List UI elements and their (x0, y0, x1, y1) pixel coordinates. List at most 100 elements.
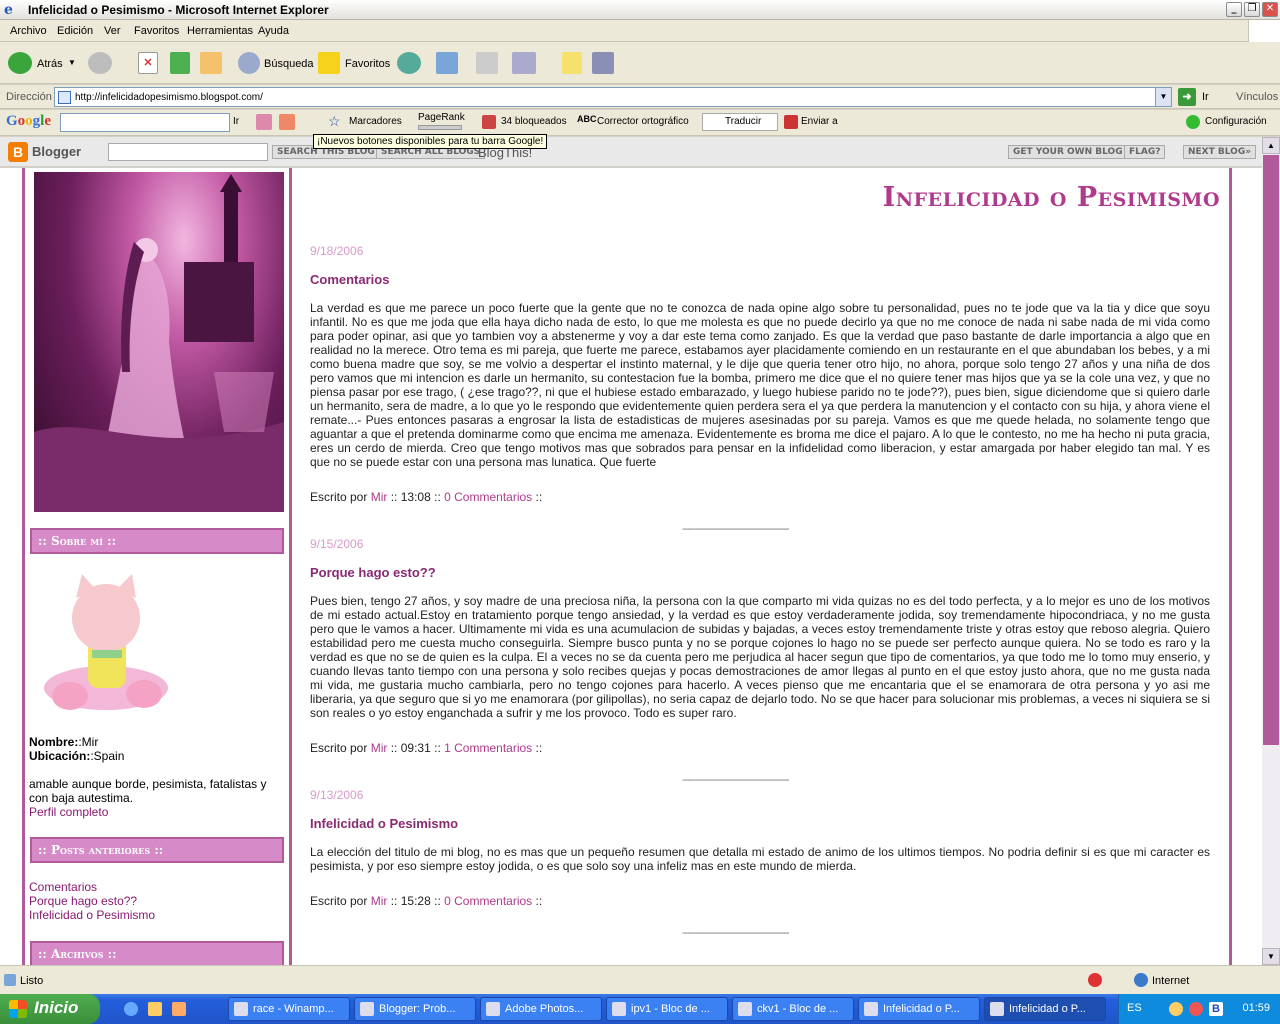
post-date: 9/18/2006 (310, 244, 364, 258)
post-title[interactable]: Porque hago esto?? (310, 565, 436, 580)
favorites-star-icon[interactable] (318, 52, 340, 74)
send-icon[interactable] (784, 115, 798, 129)
menu-ayuda[interactable]: Ayuda (258, 25, 289, 37)
taskbar-item[interactable]: Infelicidad o P... (858, 997, 980, 1021)
url-dropdown-icon[interactable]: ▼ (1155, 88, 1171, 106)
post-divider: ---------------------------------------- (682, 927, 790, 939)
post-title[interactable]: Infelicidad o Pesimismo (310, 816, 458, 831)
notes-icon[interactable] (562, 52, 582, 74)
bookmarks-button[interactable]: Marcadores (349, 116, 402, 127)
menu-favoritos[interactable]: Favoritos (134, 25, 179, 37)
tray-icon[interactable] (1189, 1002, 1203, 1016)
stop-icon[interactable]: ✕ (138, 52, 158, 74)
google-logo[interactable]: Google (6, 113, 51, 130)
quicklaunch-icon[interactable] (148, 1002, 162, 1016)
mail-icon[interactable] (436, 52, 458, 74)
settings-button[interactable]: Configuración (1205, 116, 1267, 127)
links-label[interactable]: Vínculos (1236, 91, 1278, 103)
flag-button[interactable]: FLAG? (1124, 145, 1166, 159)
comments-link[interactable]: 0 Commentarios (444, 894, 532, 908)
taskbar-item[interactable]: ckv1 - Bloc de ... (732, 997, 854, 1021)
tray-icon[interactable] (1169, 1002, 1183, 1016)
forward-icon[interactable] (88, 52, 112, 74)
footer-sep: :: (390, 490, 398, 504)
location-label: Ubicación: (29, 749, 91, 763)
comments-link[interactable]: 1 Commentarios (444, 741, 532, 755)
prev-post-link[interactable]: Infelicidad o Pesimismo (29, 908, 155, 922)
start-button[interactable]: Inicio (0, 994, 100, 1024)
quicklaunch-icon[interactable] (172, 1002, 186, 1016)
profile-link[interactable]: Perfil completo (29, 805, 108, 819)
back-label[interactable]: Atrás (37, 58, 63, 70)
taskbar-item[interactable]: ipv1 - Bloc de ... (606, 997, 728, 1021)
menu-bar: Archivo Edición Ver Favoritos Herramient… (0, 20, 1280, 42)
menu-archivo[interactable]: Archivo (10, 25, 47, 37)
close-button[interactable]: ✕ (1262, 2, 1278, 17)
refresh-icon[interactable] (170, 52, 190, 74)
url-field[interactable]: http://infelicidadopesimismo.blogspot.co… (54, 87, 1172, 107)
author-link[interactable]: Mir (371, 894, 388, 908)
translate-button[interactable]: Traducir (725, 116, 761, 127)
url-text[interactable]: http://infelicidadopesimismo.blogspot.co… (75, 92, 263, 103)
header-image (34, 172, 284, 512)
prev-post-link[interactable]: Porque hago esto?? (29, 894, 137, 908)
taskbar-item[interactable]: race - Winamp... (228, 997, 350, 1021)
search-icon[interactable] (238, 52, 260, 74)
taskbar-item[interactable]: Adobe Photos... (480, 997, 602, 1021)
news-icon[interactable] (256, 114, 272, 130)
history-icon[interactable] (397, 52, 421, 74)
favorites-label[interactable]: Favoritos (345, 58, 390, 70)
left-border (22, 168, 25, 965)
go-button[interactable]: Ir (1202, 91, 1209, 103)
edit-icon[interactable] (512, 52, 536, 74)
print-icon[interactable] (476, 52, 498, 74)
blocked-popup-icon[interactable] (1088, 973, 1102, 987)
minimize-button[interactable]: _ (1226, 2, 1242, 17)
settings-icon[interactable] (1186, 115, 1200, 129)
scroll-thumb[interactable] (1263, 155, 1279, 745)
search-label[interactable]: Búsqueda (264, 58, 314, 70)
archives-heading: :: Archivos :: (30, 941, 284, 965)
google-go-button[interactable]: Ir (233, 116, 239, 127)
spellcheck-button[interactable]: Corrector ortográfico (597, 116, 689, 127)
pagerank-label[interactable]: PageRank (418, 112, 465, 123)
blocked-count[interactable]: 34 bloqueados (501, 116, 567, 127)
maximize-button[interactable]: ❐ (1244, 2, 1260, 17)
home-icon[interactable] (200, 52, 222, 74)
popup-blocker-icon[interactable] (482, 115, 496, 129)
get-own-blog-button[interactable]: GET YOUR OWN BLOG (1008, 145, 1128, 159)
google-search-input[interactable] (60, 113, 230, 132)
scroll-down-icon[interactable]: ▼ (1262, 948, 1280, 965)
system-tray: ES B 01:59 (1118, 994, 1280, 1024)
prev-post-link[interactable]: Comentarios (29, 880, 97, 894)
vertical-scrollbar[interactable]: ▲ ▼ (1262, 137, 1280, 965)
blogger-brand[interactable]: Blogger (32, 144, 81, 159)
taskbar-item-active[interactable]: Infelicidad o P... (984, 997, 1106, 1021)
address-label: Dirección (6, 91, 52, 103)
tray-b-icon[interactable]: B (1209, 1002, 1223, 1016)
blog-title[interactable]: Infelicidad o Pesimismo (883, 182, 1220, 213)
blogger-logo-icon[interactable]: B (8, 142, 28, 162)
back-dropdown-icon[interactable]: ▼ (68, 58, 76, 67)
buttons-icon[interactable] (279, 114, 295, 130)
back-icon[interactable] (8, 52, 32, 74)
taskbar-item[interactable]: Blogger: Prob... (354, 997, 476, 1021)
post-title[interactable]: Comentarios (310, 272, 389, 287)
right-border (1229, 168, 1232, 965)
blog-search-input[interactable] (108, 143, 268, 161)
author-link[interactable]: Mir (371, 490, 388, 504)
research-icon[interactable] (592, 52, 614, 74)
next-blog-button[interactable]: NEXT BLOG» (1183, 145, 1257, 159)
bookmark-star-icon[interactable]: ☆ (328, 113, 341, 130)
send-button[interactable]: Enviar a (801, 116, 838, 127)
spellcheck-icon[interactable]: ABC (577, 114, 597, 124)
go-arrow-icon[interactable]: ➜ (1178, 88, 1196, 106)
comments-link[interactable]: 0 Commentarios (444, 490, 532, 504)
menu-edicion[interactable]: Edición (57, 25, 93, 37)
menu-ver[interactable]: Ver (104, 25, 121, 37)
language-indicator[interactable]: ES (1127, 1002, 1142, 1014)
scroll-up-icon[interactable]: ▲ (1262, 137, 1280, 154)
menu-herramientas[interactable]: Herramientas (187, 25, 253, 37)
quicklaunch-ie-icon[interactable] (124, 1002, 138, 1016)
author-link[interactable]: Mir (371, 741, 388, 755)
